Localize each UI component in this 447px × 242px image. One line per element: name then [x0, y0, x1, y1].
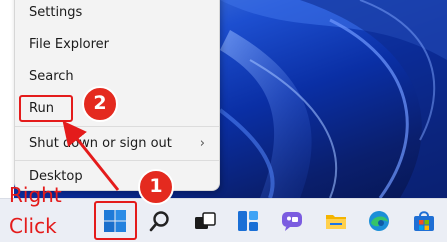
annotation-arrow: [62, 120, 120, 191]
step-2-badge: 2: [82, 86, 118, 122]
step-1-badge: 1: [138, 169, 174, 205]
right-click-label-line1: Right: [9, 183, 62, 207]
right-click-label-line2: Click: [9, 214, 57, 238]
